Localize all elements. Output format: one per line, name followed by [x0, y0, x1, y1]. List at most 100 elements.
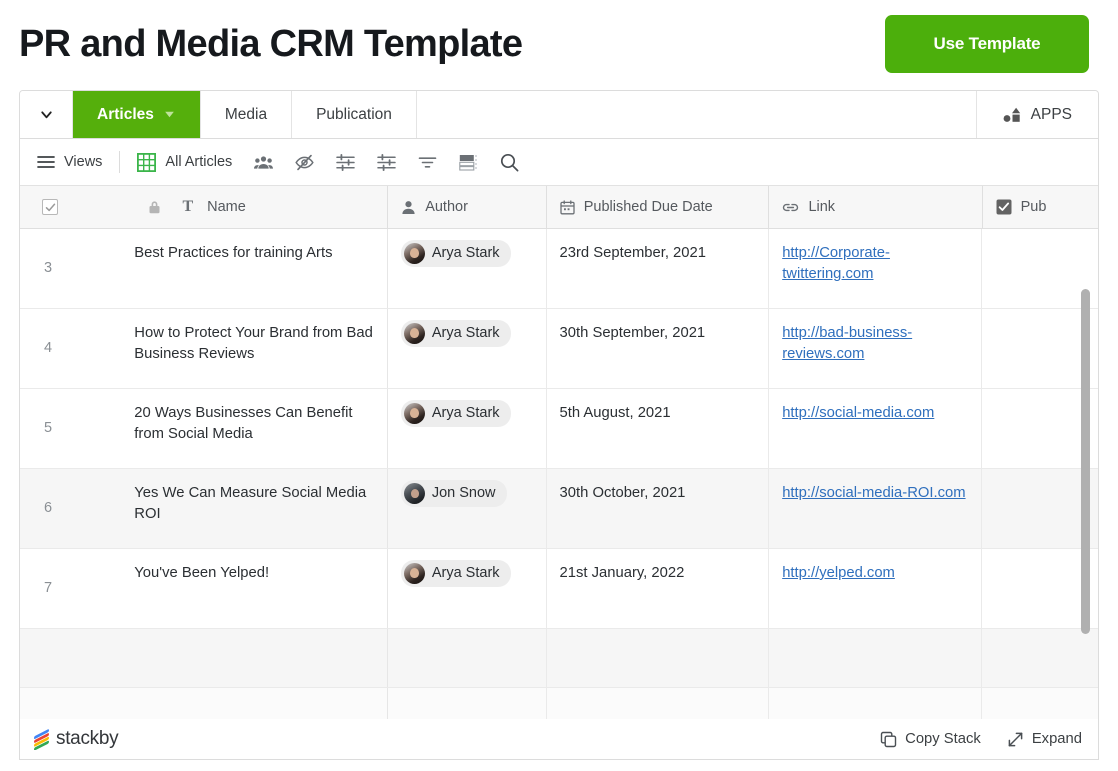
cell-author[interactable]: Jon Snow: [388, 469, 547, 548]
cell-author[interactable]: Arya Stark: [388, 229, 547, 308]
cell-link[interactable]: http://yelped.com: [769, 549, 982, 628]
data-grid: T Name Author: [20, 186, 1098, 757]
cell-author[interactable]: Arya Stark: [388, 309, 547, 388]
table-row[interactable]: 4 How to Protect Your Brand from Bad Bus…: [20, 309, 1098, 389]
row-number: 7: [20, 549, 121, 628]
column-header-pub-label: Pub: [1021, 199, 1047, 215]
expand-button[interactable]: Expand: [1007, 731, 1082, 748]
views-button[interactable]: Views: [37, 154, 102, 170]
table-row[interactable]: 5 20 Ways Businesses Can Benefit from So…: [20, 389, 1098, 469]
cell-link[interactable]: http://bad-business-reviews.com: [769, 309, 982, 388]
cell-name[interactable]: Yes We Can Measure Social Media ROI: [121, 469, 388, 548]
author-name: Jon Snow: [432, 483, 496, 504]
table-row-blank: [20, 629, 1098, 688]
cell-published-due-date[interactable]: 30th October, 2021: [547, 469, 770, 548]
row-height-icon[interactable]: [459, 154, 478, 171]
cell-name[interactable]: You've Been Yelped!: [121, 549, 388, 628]
cell-blank: [388, 629, 547, 687]
use-template-button[interactable]: Use Template: [885, 15, 1089, 73]
avatar: [404, 243, 425, 264]
table-row[interactable]: 7 You've Been Yelped! Arya Stark 21st Ja…: [20, 549, 1098, 629]
copy-icon: [880, 731, 897, 748]
column-header-select-all[interactable]: [20, 186, 121, 229]
tab-bar: Articles Media Publication APPS: [20, 91, 1098, 139]
tab-articles-label: Articles: [97, 106, 154, 124]
link-text[interactable]: http://Corporate-twittering.com: [782, 245, 890, 282]
cell-link[interactable]: http://social-media-ROI.com: [769, 469, 982, 548]
vertical-scrollbar[interactable]: [1081, 289, 1090, 634]
cell-link[interactable]: http://Corporate-twittering.com: [769, 229, 982, 308]
cell-published-due-date[interactable]: 21st January, 2022: [547, 549, 770, 628]
cell-published-due-date[interactable]: 23rd September, 2021: [547, 229, 770, 308]
cell-author[interactable]: Arya Stark: [388, 549, 547, 628]
current-view-button[interactable]: All Articles: [137, 153, 232, 172]
collaborators-icon[interactable]: [254, 155, 273, 170]
cell-name[interactable]: 20 Ways Businesses Can Benefit from Soci…: [121, 389, 388, 468]
link-text[interactable]: http://social-media-ROI.com: [782, 485, 965, 501]
cell-name[interactable]: How to Protect Your Brand from Bad Busin…: [121, 309, 388, 388]
tab-media-label: Media: [225, 106, 267, 124]
column-header-name-label: Name: [207, 199, 246, 215]
cell-name[interactable]: Best Practices for training Arts: [121, 229, 388, 308]
author-chip: Arya Stark: [401, 560, 511, 587]
row-number-blank: [20, 629, 121, 687]
tab-media[interactable]: Media: [201, 91, 292, 138]
group-icon[interactable]: [336, 154, 355, 171]
column-header-name[interactable]: T Name: [121, 186, 388, 229]
expand-label: Expand: [1032, 731, 1082, 747]
current-view-label: All Articles: [165, 154, 232, 170]
row-number: 3: [20, 229, 121, 308]
author-chip: Arya Stark: [401, 400, 511, 427]
author-chip: Arya Stark: [401, 240, 511, 267]
avatar: [404, 563, 425, 584]
cell-author[interactable]: Arya Stark: [388, 389, 547, 468]
tab-bar-spacer: [417, 91, 977, 138]
link-text[interactable]: http://bad-business-reviews.com: [782, 325, 912, 362]
tab-publication[interactable]: Publication: [292, 91, 417, 138]
lock-icon: [148, 200, 161, 214]
page-title: PR and Media CRM Template: [19, 25, 522, 63]
search-icon[interactable]: [500, 153, 519, 172]
tables-dropdown-button[interactable]: [20, 91, 73, 138]
tab-publication-label: Publication: [316, 106, 392, 124]
hide-fields-icon[interactable]: [295, 154, 314, 171]
row-number: 4: [20, 309, 121, 388]
toolbar-divider: [119, 151, 120, 173]
tab-articles[interactable]: Articles: [73, 91, 201, 138]
apps-button[interactable]: APPS: [977, 91, 1098, 138]
checkbox-icon[interactable]: [42, 199, 58, 215]
table-row[interactable]: 3 Best Practices for training Arts Arya …: [20, 229, 1098, 309]
cell-blank: [769, 629, 982, 687]
app-card: Articles Media Publication APPS: [19, 90, 1099, 758]
person-icon: [401, 200, 416, 215]
footer-actions: Copy Stack Expand: [880, 731, 1082, 748]
page-header: PR and Media CRM Template Use Template: [0, 0, 1118, 88]
stackby-logo-icon: [32, 728, 54, 750]
chevron-down-icon: [163, 108, 176, 121]
expand-arrows-icon: [1007, 731, 1024, 748]
card-footer: stackby Copy Stack Expand: [19, 719, 1099, 760]
cell-published-due-date[interactable]: 30th September, 2021: [547, 309, 770, 388]
sort-icon[interactable]: [377, 154, 396, 171]
link-text[interactable]: http://social-media.com: [782, 405, 934, 421]
views-label: Views: [64, 154, 102, 170]
author-name: Arya Stark: [432, 323, 500, 344]
grid-toolbar: Views All Articles: [20, 139, 1098, 186]
author-name: Arya Stark: [432, 403, 500, 424]
column-header-published-due-date[interactable]: Published Due Date: [547, 186, 770, 229]
cell-blank: [547, 629, 770, 687]
column-header-link-label: Link: [808, 199, 835, 215]
text-field-icon: T: [182, 198, 193, 216]
copy-stack-button[interactable]: Copy Stack: [880, 731, 981, 748]
column-header-pub[interactable]: Pub: [983, 186, 1098, 229]
column-header-author[interactable]: Author: [388, 186, 547, 229]
link-text[interactable]: http://yelped.com: [782, 565, 895, 581]
grid-icon: [137, 153, 156, 172]
table-row[interactable]: 6 Yes We Can Measure Social Media ROI Jo…: [20, 469, 1098, 549]
column-header-author-label: Author: [425, 199, 468, 215]
column-header-link[interactable]: Link: [769, 186, 982, 229]
cell-published-due-date[interactable]: 5th August, 2021: [547, 389, 770, 468]
cell-link[interactable]: http://social-media.com: [769, 389, 982, 468]
filter-icon[interactable]: [418, 155, 437, 170]
brand-name: stackby: [56, 728, 118, 750]
